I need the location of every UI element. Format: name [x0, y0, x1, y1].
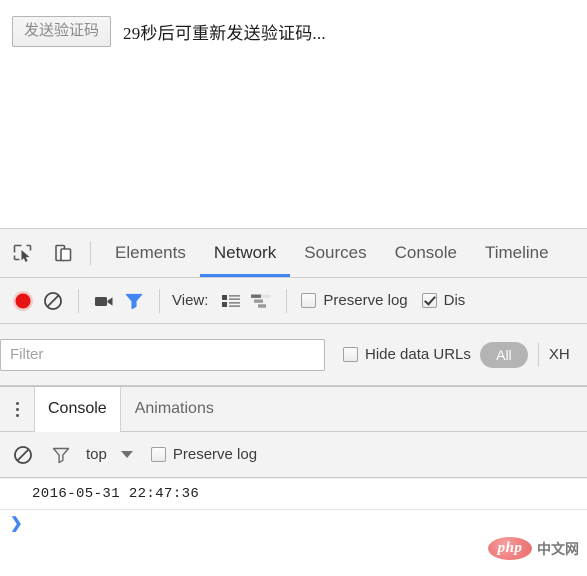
- console-toolbar: top Preserve log: [0, 432, 587, 478]
- waterfall-view-icon: [251, 294, 272, 308]
- drawer-tab-label: Console: [48, 400, 107, 417]
- list-view-button[interactable]: [216, 286, 246, 316]
- checkbox-label: Hide data URLs: [365, 346, 471, 363]
- checkbox-box[interactable]: [301, 293, 317, 308]
- inspect-element-button[interactable]: [6, 238, 40, 268]
- kebab-dot: [15, 407, 19, 411]
- view-label: View:: [172, 292, 209, 309]
- checkbox-label: Preserve log: [172, 446, 258, 463]
- web-page-area: 发送验证码 29秒后可重新发送验证码...: [0, 0, 587, 228]
- tab-elements[interactable]: Elements: [101, 229, 200, 277]
- console-context-selector[interactable]: top: [86, 446, 107, 463]
- console-input-prompt[interactable]: ❯: [0, 510, 587, 540]
- filter-input[interactable]: [0, 338, 325, 371]
- pill-label: All: [496, 346, 512, 363]
- waterfall-view-button[interactable]: [246, 286, 276, 316]
- disable-cache-checkbox[interactable]: Dis: [421, 292, 466, 309]
- devtools-panel: Elements Network Sources Console Timelin…: [0, 228, 587, 576]
- resource-type-all-button[interactable]: All: [479, 341, 528, 368]
- prompt-arrow-icon: ❯: [10, 515, 23, 532]
- console-output: 2016-05-31 22:47:36 ❯: [0, 478, 587, 576]
- list-view-icon: [222, 294, 241, 307]
- clear-console-button[interactable]: [8, 440, 38, 470]
- checkbox-label: Dis: [443, 292, 466, 309]
- drawer-tab-label: Animations: [134, 400, 214, 417]
- clear-icon: [14, 445, 32, 464]
- toolbar-divider: [159, 288, 160, 313]
- record-network-log-button[interactable]: [8, 286, 38, 316]
- kebab-dot: [15, 401, 19, 405]
- filter-icon: [125, 293, 143, 309]
- toolbar-divider: [286, 288, 288, 313]
- drawer-tab-console[interactable]: Console: [34, 387, 121, 432]
- kebab-dot: [15, 413, 19, 417]
- clear-icon: [44, 291, 62, 310]
- checkbox-box[interactable]: [343, 347, 358, 362]
- capture-screenshots-button[interactable]: [89, 286, 119, 316]
- camera-icon: [95, 296, 113, 306]
- tab-console[interactable]: Console: [381, 229, 471, 277]
- chevron-down-icon[interactable]: [120, 451, 133, 458]
- preserve-log-checkbox-console[interactable]: Preserve log: [150, 446, 258, 463]
- tab-label: Network: [213, 243, 277, 262]
- toolbar-divider: [78, 288, 79, 313]
- drawer-tabstrip: Console Animations: [0, 387, 587, 432]
- tab-sources[interactable]: Sources: [290, 229, 380, 277]
- clear-network-log-button[interactable]: [38, 286, 68, 316]
- console-filter-button[interactable]: [46, 440, 76, 470]
- checkbox-box[interactable]: [421, 293, 437, 308]
- preserve-log-checkbox-network[interactable]: Preserve log: [301, 292, 408, 309]
- network-filter-button[interactable]: [119, 286, 149, 316]
- tab-timeline[interactable]: Timeline: [471, 229, 563, 277]
- record-icon: [13, 290, 33, 311]
- inspect-element-icon: [13, 244, 32, 262]
- tab-network[interactable]: Network: [199, 229, 291, 277]
- devtools-tabstrip: Elements Network Sources Console Timelin…: [0, 229, 587, 278]
- filter-icon: [52, 447, 70, 463]
- countdown-hint-text: 29秒后可重新发送验证码...: [123, 24, 326, 43]
- network-filter-bar: Hide data URLs All XH: [0, 324, 587, 386]
- send-verification-code-button[interactable]: 发送验证码: [12, 16, 112, 47]
- tab-label: Console: [394, 243, 457, 262]
- devtools-drawer: Console Animations top Preserve log 2016…: [0, 386, 587, 576]
- tab-label: Timeline: [484, 243, 549, 262]
- hide-data-urls-checkbox[interactable]: Hide data URLs: [343, 346, 471, 363]
- drawer-tab-animations[interactable]: Animations: [121, 387, 228, 431]
- device-toolbar-icon: [55, 244, 72, 262]
- device-toolbar-button[interactable]: [46, 238, 80, 268]
- resource-type-xhr-button[interactable]: XH: [549, 346, 570, 363]
- checkbox-box[interactable]: [150, 447, 166, 462]
- verification-code-row: 发送验证码 29秒后可重新发送验证码...: [12, 16, 326, 47]
- tab-label: Elements: [115, 243, 186, 262]
- toolbar-divider: [537, 342, 539, 367]
- checkbox-label: Preserve log: [323, 292, 408, 309]
- tab-label: Sources: [304, 243, 367, 262]
- console-message: 2016-05-31 22:47:36: [0, 478, 587, 510]
- screenshot-root: 发送验证码 29秒后可重新发送验证码... Elements Network S…: [0, 0, 587, 576]
- network-toolbar: View: Preserve log Dis: [0, 278, 587, 324]
- drawer-more-options-button[interactable]: [0, 387, 34, 431]
- toolbar-divider: [90, 241, 91, 265]
